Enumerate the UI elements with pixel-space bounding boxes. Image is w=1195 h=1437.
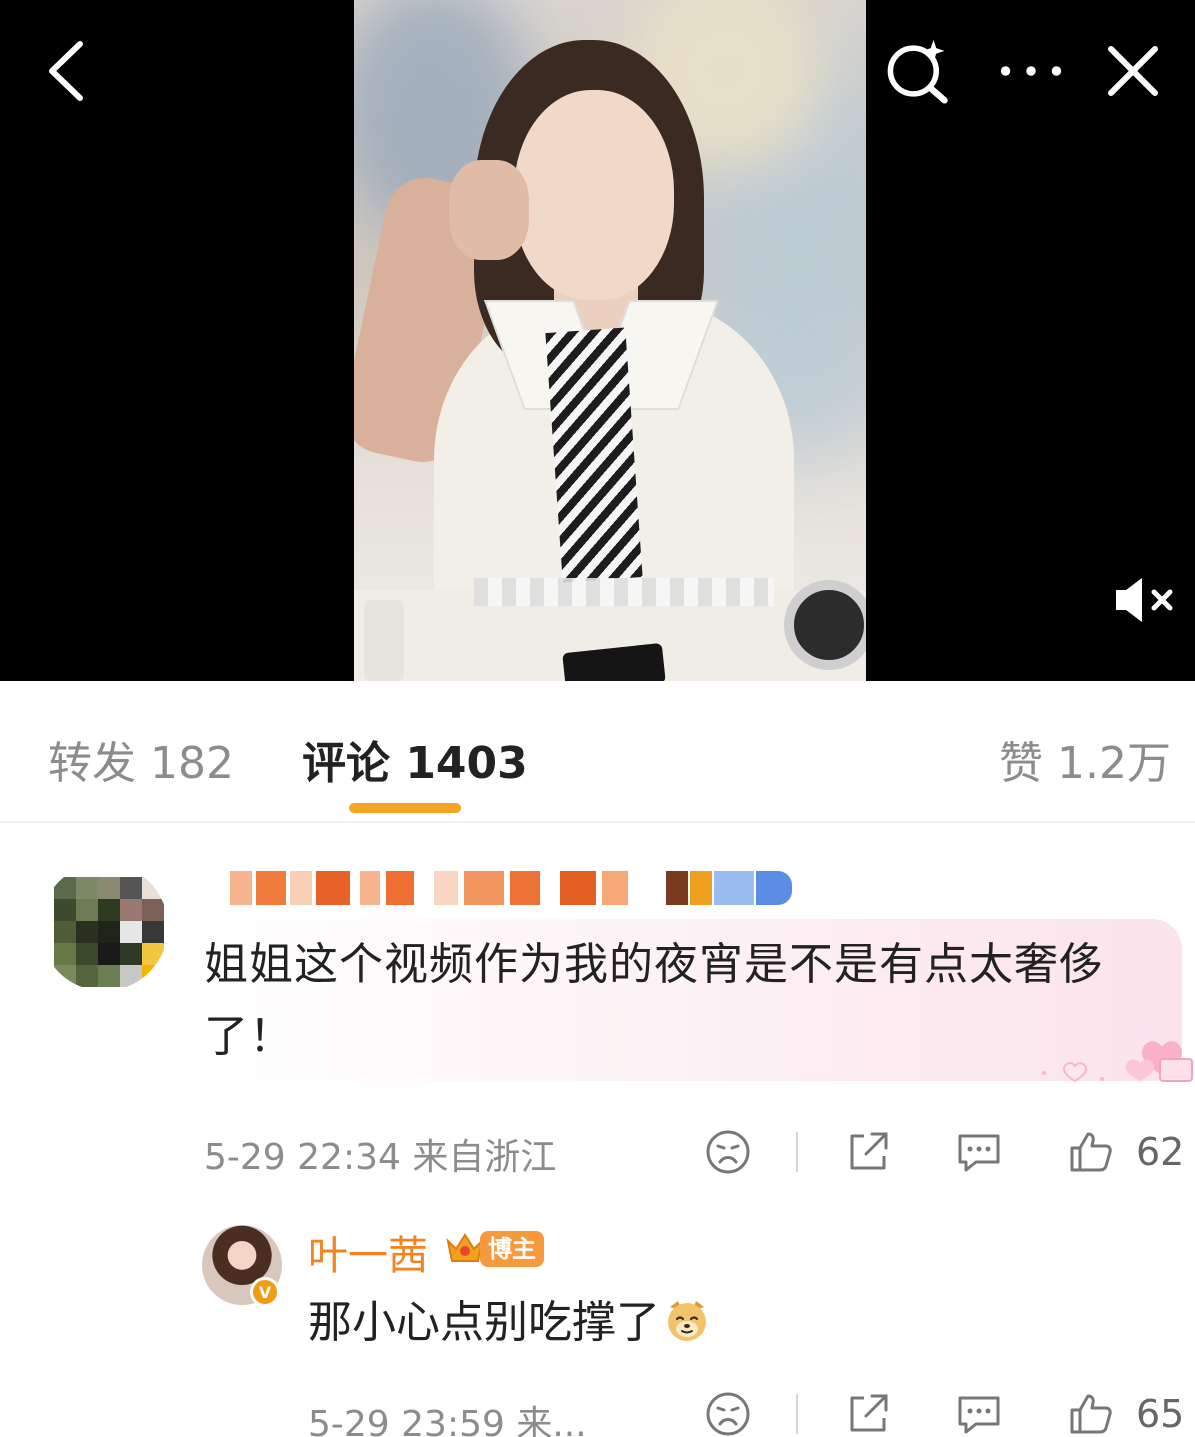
share-icon <box>850 1394 888 1432</box>
blogger-badge: 博主 <box>480 1231 544 1267</box>
like-count: 62 <box>1136 1130 1185 1174</box>
dislike-button[interactable] <box>704 1384 752 1437</box>
tab-like[interactable]: 赞 1.2万 <box>999 727 1171 791</box>
blurred-username[interactable] <box>230 871 800 907</box>
more-button[interactable] <box>998 38 1064 104</box>
like-button[interactable] <box>1066 1122 1114 1182</box>
comment-bubble-icon <box>958 1134 1000 1172</box>
video-fan <box>784 580 866 670</box>
tab-comment[interactable]: 评论 1403 <box>302 727 528 791</box>
sparkle-search-icon <box>887 39 948 104</box>
video-cup <box>364 600 404 681</box>
share-button[interactable] <box>844 1384 892 1437</box>
hearts-decoration-icon <box>1042 1041 1193 1083</box>
reply-text: 那小心点别吃撑了 <box>308 1295 710 1351</box>
doge-emoji-icon <box>668 1301 706 1341</box>
more-dots-icon <box>1000 66 1062 76</box>
muted-speaker-icon <box>1116 578 1173 622</box>
share-icon <box>850 1132 888 1170</box>
avatar[interactable] <box>40 863 168 991</box>
reply-button[interactable] <box>954 1122 1004 1182</box>
video-frame[interactable] <box>354 0 866 681</box>
verified-badge-icon: V <box>250 1277 280 1307</box>
comment-bubble-icon <box>958 1396 1000 1434</box>
comment-meta: 5-29 22:34 来自浙江 <box>204 1137 557 1178</box>
reply-actions: 65 <box>700 1384 1195 1437</box>
back-button[interactable] <box>32 38 98 104</box>
sad-face-icon <box>706 1392 750 1436</box>
sad-face-icon <box>706 1130 750 1174</box>
close-icon <box>1108 46 1158 96</box>
chevron-left-icon <box>49 41 83 101</box>
reply-meta: 5-29 23:59 来... <box>308 1404 587 1437</box>
video-mosaic-strip <box>474 578 774 606</box>
video-player[interactable] <box>0 0 1195 681</box>
action-divider <box>796 1132 798 1172</box>
like-button[interactable] <box>1066 1384 1114 1437</box>
comment-actions: 62 <box>700 1122 1195 1182</box>
dislike-button[interactable] <box>704 1122 752 1182</box>
comment-text: 姐姐这个视频作为我的夜宵是不是有点太奢侈了！ <box>204 939 1104 1062</box>
search-button[interactable] <box>884 38 950 104</box>
thumbs-up-icon <box>1070 1132 1112 1172</box>
author-name[interactable]: 叶一茜 <box>308 1223 428 1281</box>
thumbs-up-icon <box>1070 1394 1112 1434</box>
video-hand <box>449 160 529 260</box>
close-button[interactable] <box>1100 38 1166 104</box>
reply-button[interactable] <box>954 1384 1004 1437</box>
tab-repost[interactable]: 转发 182 <box>48 727 234 791</box>
action-divider <box>796 1394 798 1434</box>
video-face <box>514 90 674 300</box>
mute-button[interactable] <box>1112 574 1182 626</box>
reply-text-content: 那小心点别吃撑了 <box>308 1297 660 1348</box>
like-count: 65 <box>1136 1392 1185 1436</box>
active-tab-indicator <box>349 803 461 813</box>
share-button[interactable] <box>844 1122 892 1182</box>
tab-bar: 转发 182 评论 1403 赞 1.2万 <box>0 681 1195 823</box>
